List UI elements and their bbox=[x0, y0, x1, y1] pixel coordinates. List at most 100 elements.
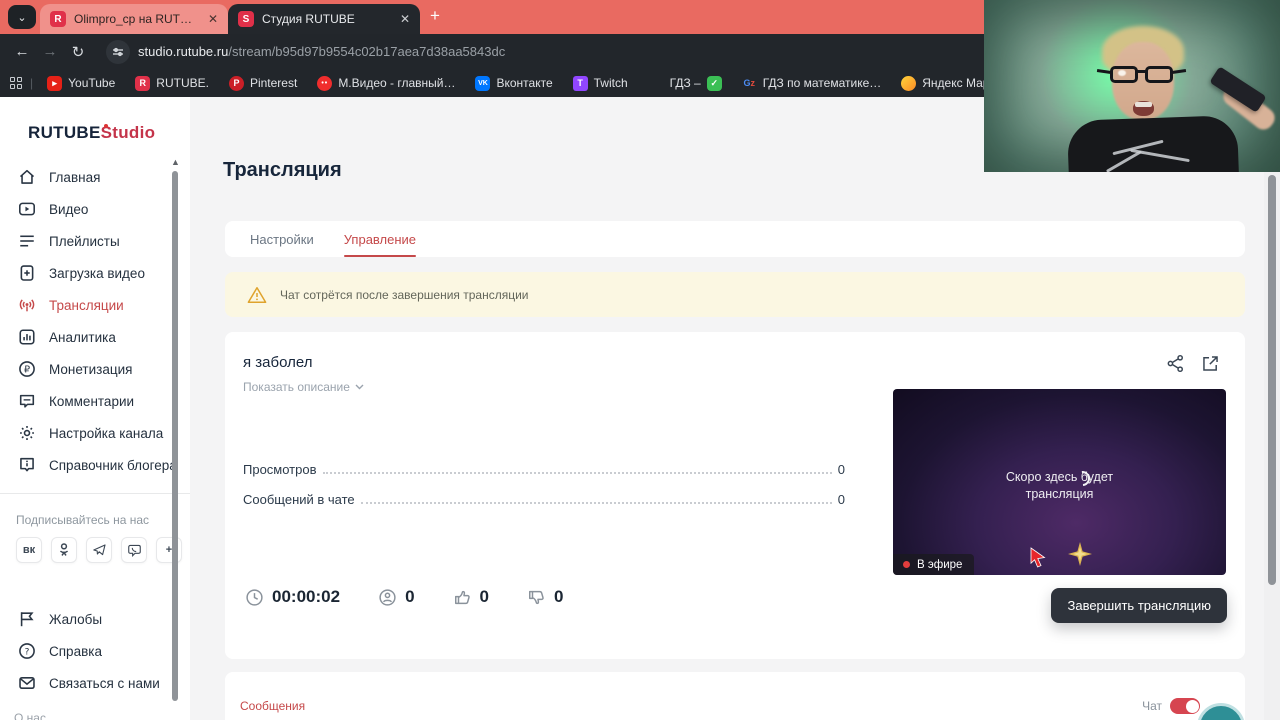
thumb-down-icon bbox=[529, 590, 544, 604]
chat-toggle[interactable] bbox=[1170, 698, 1200, 714]
page-scrollbar[interactable] bbox=[1264, 97, 1280, 720]
stream-card-actions bbox=[1166, 354, 1220, 373]
forward-icon[interactable]: → bbox=[36, 43, 64, 60]
external-link-icon[interactable] bbox=[1201, 354, 1220, 373]
sidebar: RUTUBE Studio Главная Видео Плейлисты Заг… bbox=[0, 97, 190, 720]
comment-icon bbox=[19, 394, 35, 408]
site-info-icon[interactable] bbox=[106, 39, 130, 64]
studio-favicon: S bbox=[238, 11, 254, 27]
logo-dot bbox=[104, 124, 108, 128]
warning-banner: Чат сотрётся после завершения трансляции bbox=[225, 272, 1245, 317]
sidebar-item-upload[interactable]: Загрузка видео bbox=[0, 257, 190, 289]
stream-card: я заболел Показать описание Просмотров 0… bbox=[225, 332, 1245, 659]
rutube-studio-logo[interactable]: RUTUBE Studio bbox=[28, 123, 190, 143]
new-tab-button[interactable]: + bbox=[430, 6, 440, 26]
broadcast-icon bbox=[19, 299, 35, 312]
glasses-temple bbox=[1096, 69, 1112, 74]
sidebar-item-streams[interactable]: Трансляции bbox=[0, 289, 190, 321]
clock-icon bbox=[246, 588, 263, 606]
sidebar-item-contact[interactable]: Связаться с нами bbox=[0, 667, 190, 699]
dotted-leader bbox=[322, 472, 832, 474]
stream-preview[interactable]: Скоро здесь будет трансляция В эфире bbox=[893, 389, 1226, 575]
apps-grid-icon[interactable] bbox=[10, 77, 22, 89]
dotted-leader bbox=[360, 502, 832, 504]
sparkle-icon bbox=[1068, 542, 1092, 566]
preview-placeholder: Скоро здесь будет трансляция bbox=[1005, 470, 1114, 501]
mail-icon bbox=[19, 677, 35, 689]
sidebar-footer: Жалобы ? Справка Связаться с нами bbox=[0, 603, 190, 699]
home-icon bbox=[19, 169, 35, 184]
info-bubble-icon bbox=[20, 457, 34, 472]
upload-video-icon bbox=[20, 265, 34, 281]
viewers-count: 0 bbox=[378, 587, 415, 607]
bookmark-rutube[interactable]: R RUTUBE. bbox=[127, 75, 217, 91]
glasses-bridge bbox=[1136, 70, 1146, 73]
close-icon[interactable]: ✕ bbox=[400, 12, 410, 26]
sidebar-item-playlists[interactable]: Плейлисты bbox=[0, 225, 190, 257]
warning-text: Чат сотрётся после завершения трансляции bbox=[280, 287, 529, 302]
browser-tab-studio[interactable]: S Студия RUTUBE ✕ bbox=[228, 4, 420, 34]
url-bar[interactable]: studio.rutube.ru/stream/b95d97b9554c02b1… bbox=[138, 44, 505, 59]
scrollbar-thumb[interactable] bbox=[172, 171, 178, 701]
glasses-lens bbox=[1145, 66, 1173, 83]
viber-social-icon[interactable] bbox=[121, 537, 147, 563]
chevron-down-icon bbox=[355, 384, 364, 390]
bookmark-youtube[interactable]: ▸ YouTube bbox=[39, 75, 123, 91]
yandex-market-icon bbox=[901, 75, 917, 91]
scroll-up-icon[interactable]: ▲ bbox=[171, 157, 180, 167]
svg-text:?: ? bbox=[25, 647, 30, 657]
sidebar-item-monetization[interactable]: ₽ Монетизация bbox=[0, 353, 190, 385]
sidebar-item-comments[interactable]: Комментарии bbox=[0, 385, 190, 417]
youtube-icon: ▸ bbox=[47, 75, 63, 91]
show-description-link[interactable]: Показать описание bbox=[243, 380, 364, 394]
reload-icon[interactable]: ↻ bbox=[64, 43, 92, 61]
messages-card: Сообщения Чат bbox=[225, 672, 1245, 720]
sidebar-item-blogger-handbook[interactable]: Справочник блогера bbox=[0, 449, 190, 481]
ruble-icon: ₽ bbox=[19, 361, 35, 377]
live-dot-icon bbox=[903, 561, 910, 568]
sidebar-item-analytics[interactable]: Аналитика bbox=[0, 321, 190, 353]
subscribe-label: Подписывайтесь на нас bbox=[16, 513, 150, 527]
tab-settings[interactable]: Настройки bbox=[250, 221, 314, 257]
rutube-favicon: R bbox=[50, 11, 66, 27]
sidebar-item-video[interactable]: Видео bbox=[0, 193, 190, 225]
sidebar-item-complaints[interactable]: Жалобы bbox=[0, 603, 190, 635]
back-icon[interactable]: ← bbox=[8, 43, 36, 60]
lens-glint bbox=[1118, 70, 1126, 76]
stream-duration: 00:00:02 bbox=[245, 587, 340, 607]
tab-search-button[interactable]: ⌄ bbox=[8, 5, 36, 29]
analytics-icon bbox=[19, 329, 35, 345]
bookmark-gdz[interactable]: ГДЗ – ✓ bbox=[662, 75, 730, 91]
telegram-social-icon[interactable] bbox=[86, 537, 112, 563]
tab-title: Olimpro_cp на RUTUBE: 25 вид… bbox=[74, 12, 200, 26]
bookmark-gdz-math[interactable]: Gz ГДЗ по математике… bbox=[734, 76, 890, 91]
messages-title: Сообщения bbox=[240, 699, 306, 713]
glasses-temple bbox=[1171, 69, 1187, 74]
browser-tab-olimpro[interactable]: R Olimpro_cp на RUTUBE: 25 вид… ✕ bbox=[40, 4, 228, 34]
odnoklassniki-social-icon[interactable] bbox=[51, 537, 77, 563]
svg-text:₽: ₽ bbox=[24, 364, 30, 375]
rutube-icon: R bbox=[135, 75, 151, 91]
sidebar-item-channel-settings[interactable]: Настройка канала bbox=[0, 417, 190, 449]
likes-count: 0 bbox=[453, 587, 489, 607]
viewer-icon bbox=[379, 588, 396, 606]
person-teeth bbox=[1135, 102, 1152, 107]
question-icon: ? bbox=[19, 643, 35, 659]
sidebar-item-help[interactable]: ? Справка bbox=[0, 635, 190, 667]
tab-management[interactable]: Управление bbox=[343, 221, 417, 257]
share-icon[interactable] bbox=[1166, 354, 1185, 373]
bookmark-pinterest[interactable]: P Pinterest bbox=[221, 75, 305, 91]
sidebar-scrollbar[interactable]: ▲ bbox=[171, 157, 181, 720]
bookmark-twitch[interactable]: T Twitch bbox=[565, 75, 636, 91]
gear-icon bbox=[20, 426, 34, 440]
end-stream-button[interactable]: Завершить трансляцию bbox=[1051, 588, 1227, 623]
vk-social-icon[interactable]: вк bbox=[16, 537, 42, 563]
warning-icon bbox=[247, 286, 267, 303]
close-icon[interactable]: ✕ bbox=[208, 12, 218, 26]
about-link[interactable]: О нас bbox=[14, 711, 190, 720]
bookmark-mvideo[interactable]: •• М.Видео - главный… bbox=[309, 75, 463, 91]
stream-title: я заболел bbox=[243, 354, 313, 371]
scrollbar-thumb[interactable] bbox=[1268, 175, 1276, 585]
bookmark-vkontakte[interactable]: VK Вконтакте bbox=[467, 75, 560, 91]
sidebar-item-home[interactable]: Главная bbox=[0, 161, 190, 193]
